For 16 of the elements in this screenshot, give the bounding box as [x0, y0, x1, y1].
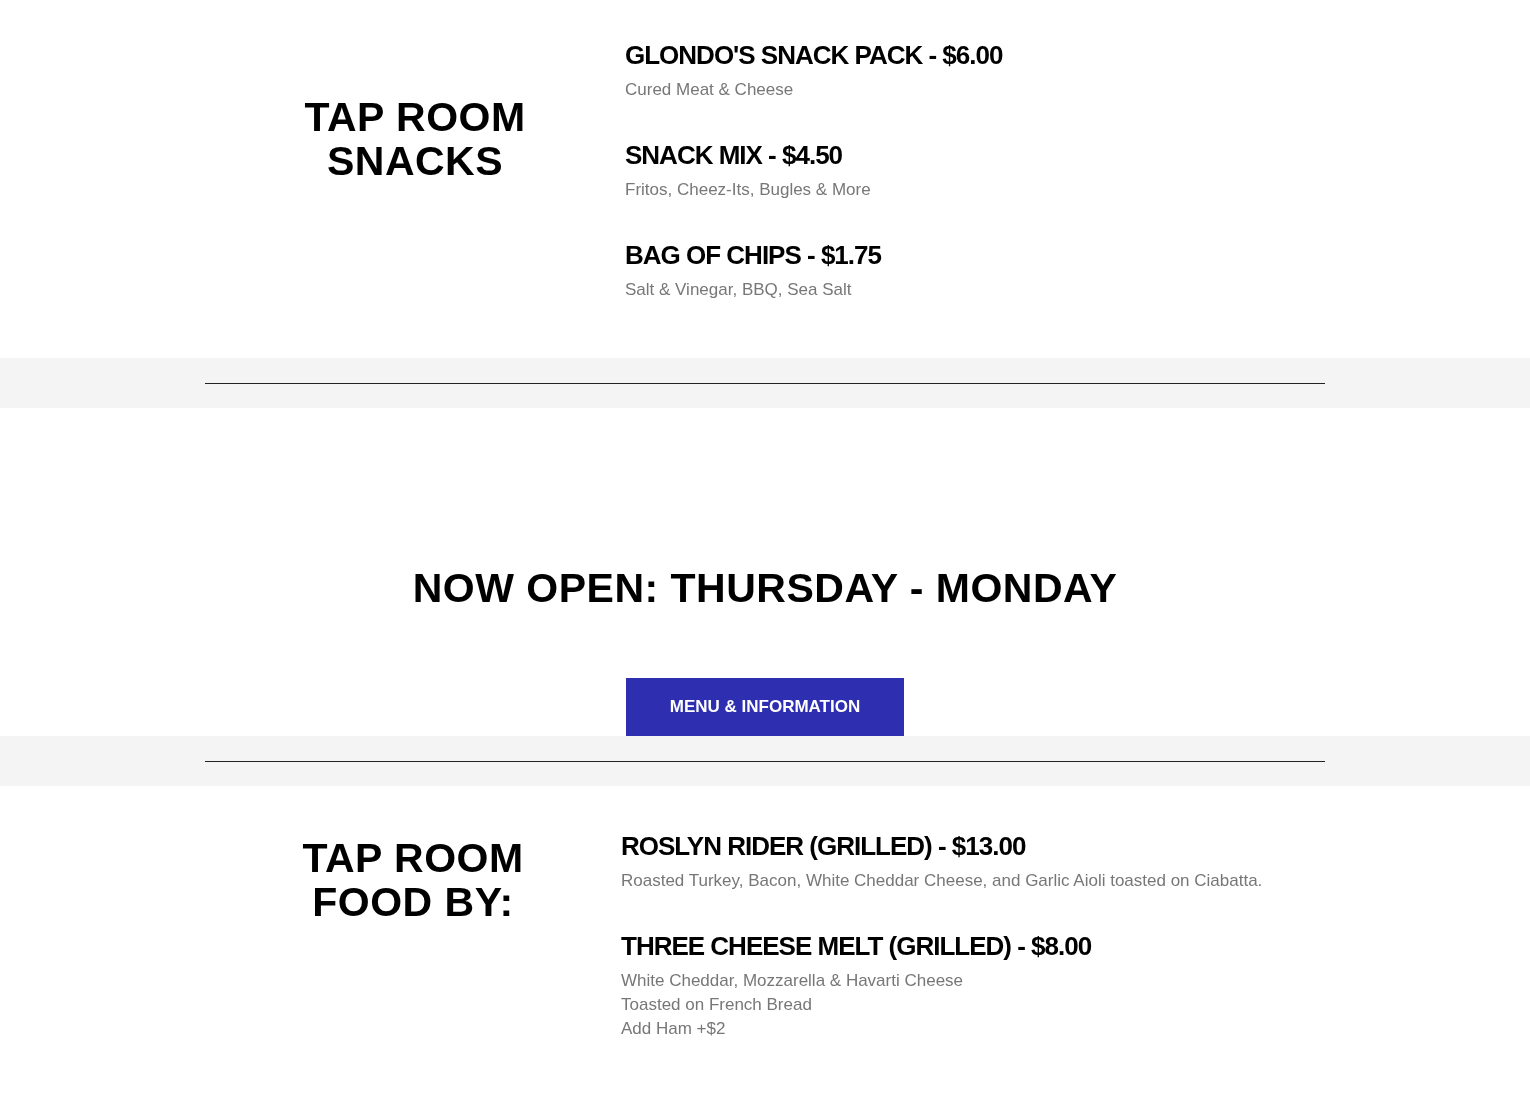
menu-item-description: Add Ham +$2 — [621, 1018, 727, 1040]
menu-item-description: Roasted Turkey, Bacon, White Cheddar Cheese, and Garlic Aioli toasted on Ciabatta. — [621, 870, 1263, 892]
menu-item-title: BAG OF CHIPS - $1.75 — [625, 240, 881, 270]
menu-item-description: Fritos, Cheez-Its, Bugles & More — [625, 179, 872, 201]
menu-item-description: Salt & Vinegar, BBQ, Sea Salt — [625, 279, 853, 301]
menu-item-title: GLONDO'S SNACK PACK - $6.00 — [625, 40, 1003, 70]
menu-item-description: Toasted on French Bread — [621, 994, 813, 1016]
menu-item-description: Cured Meat & Cheese — [625, 79, 795, 101]
hours-heading: NOW OPEN: THURSDAY - MONDAY — [412, 565, 1118, 612]
menu-item-title: ROSLYN RIDER (GRILLED) - $13.00 — [621, 831, 1026, 861]
menu-information-button[interactable]: MENU & INFORMATION — [626, 678, 904, 736]
section-heading: TAP ROOM FOOD BY: — [302, 836, 524, 924]
section-heading: TAP ROOM SNACKS — [304, 95, 526, 183]
menu-item-title: SNACK MIX - $4.50 — [625, 140, 843, 170]
menu-item-title: THREE CHEESE MELT (GRILLED) - $8.00 — [621, 931, 1092, 961]
menu-item-description: White Cheddar, Mozzarella & Havarti Cheese — [621, 970, 965, 992]
